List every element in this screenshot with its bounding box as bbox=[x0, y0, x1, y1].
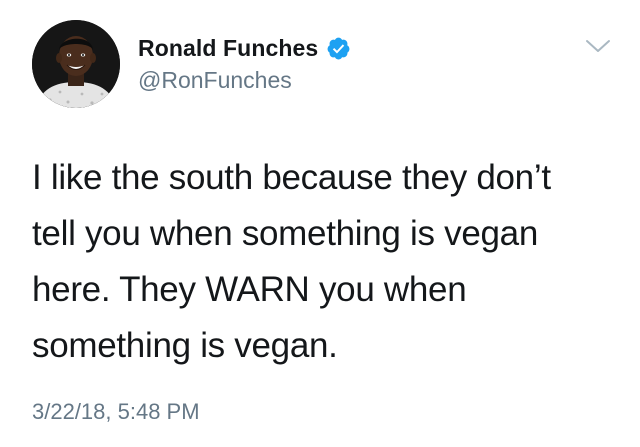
tweet-text-line: I like the south because they don’t bbox=[32, 158, 551, 197]
author-display-name[interactable]: Ronald Funches bbox=[138, 34, 318, 62]
author-handle[interactable]: @RonFunches bbox=[138, 66, 292, 94]
tweet-timestamp[interactable]: 3/22/18, 5:48 PM bbox=[32, 397, 200, 427]
avatar[interactable] bbox=[32, 20, 120, 108]
chevron-down-icon[interactable] bbox=[584, 36, 612, 56]
avatar-image bbox=[32, 20, 120, 108]
tweet-text-line: here. They WARN you when bbox=[32, 270, 467, 309]
tweet-text-line: something is vegan. bbox=[32, 326, 338, 365]
verified-badge-icon bbox=[326, 36, 351, 61]
tweet-text: I like the south because they don’t tell… bbox=[32, 150, 622, 374]
tweet-text-line: tell you when something is vegan bbox=[32, 214, 538, 253]
tweet-card: Ronald Funches @RonFunches I like the so… bbox=[0, 0, 640, 447]
author-name-row[interactable]: Ronald Funches bbox=[138, 34, 351, 62]
